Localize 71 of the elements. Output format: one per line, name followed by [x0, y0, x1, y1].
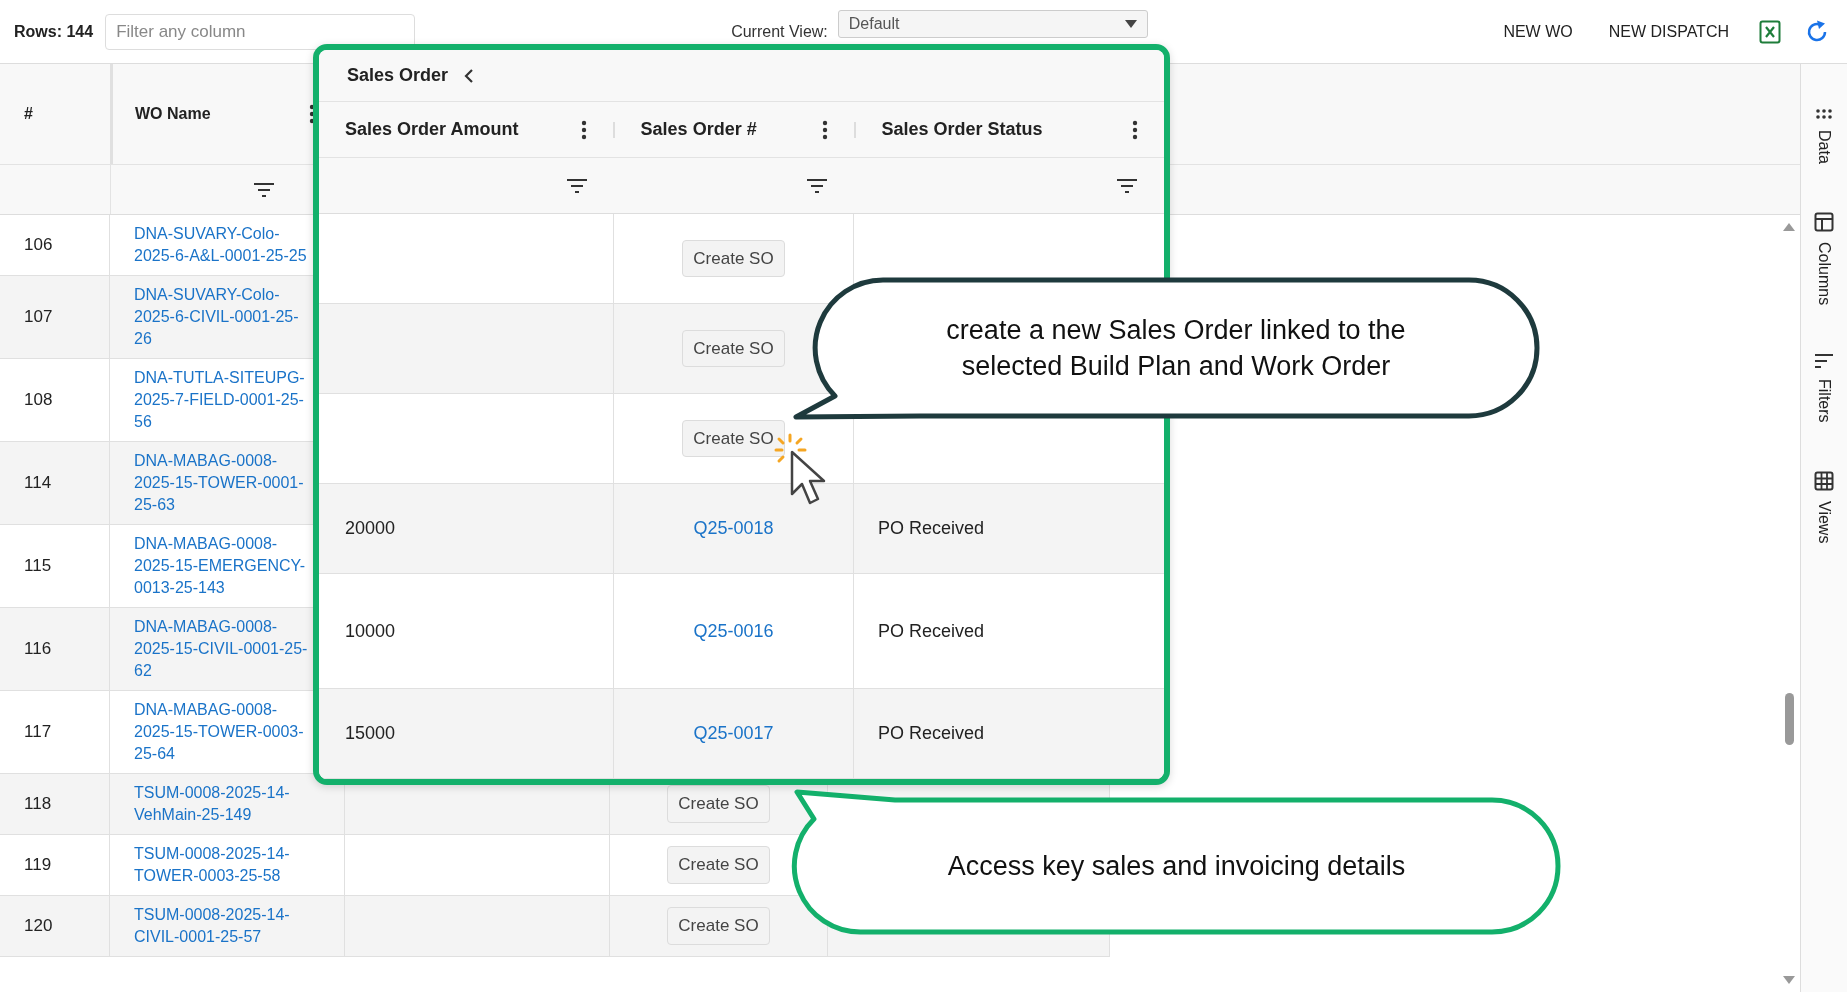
view-dropdown[interactable]: Default	[837, 10, 1148, 38]
scroll-up-icon[interactable]	[1783, 223, 1795, 231]
work-order-link[interactable]: DNA-MABAG-0008-2025-15-TOWER-0001-25-63	[134, 450, 312, 516]
side-tab[interactable]: Filters	[1812, 352, 1836, 423]
create-so-button[interactable]: Create SO	[667, 846, 770, 884]
create-so-button[interactable]: Create SO	[682, 329, 785, 368]
column-header: Sales Order Status	[881, 118, 1043, 141]
kebab-menu-icon[interactable]	[1132, 119, 1138, 140]
status-text: PO Received	[878, 619, 985, 643]
work-order-link[interactable]: TSUM-0008-2025-14-TOWER-0003-25-58	[134, 843, 312, 887]
sales-order-link[interactable]: Q25-0018	[693, 515, 774, 542]
column-header: Sales Order Amount	[345, 118, 519, 141]
amount-text: 10000	[345, 619, 396, 643]
column-header: Sales Order #	[640, 118, 757, 141]
spreadsheet-export-icon[interactable]	[1759, 19, 1781, 44]
work-order-link[interactable]: TSUM-0008-2025-14-CIVIL-0001-25-57	[134, 904, 312, 948]
view-label: Current View:	[731, 21, 828, 42]
toolbar-action[interactable]: NEW DISPATCH	[1602, 15, 1735, 48]
work-order-link[interactable]: DNA-MABAG-0008-2025-15-CIVIL-0001-25-62	[134, 616, 312, 682]
filter-icon	[1814, 352, 1834, 369]
scrollbar-thumb[interactable]	[1784, 693, 1794, 745]
callout-text: create a new Sales Order linked to the selected Build Plan and Work Order	[945, 313, 1407, 383]
toolbar-action[interactable]: NEW WO	[1497, 15, 1579, 48]
column-header: #	[24, 104, 33, 124]
create-so-button[interactable]: Create SO	[667, 785, 770, 823]
filter-icon[interactable]	[806, 177, 828, 194]
kebab-menu-icon[interactable]	[580, 119, 587, 140]
table-icon	[1814, 470, 1834, 491]
work-order-link[interactable]: DNA-MABAG-0008-2025-15-EMERGENCY-0013-25-143	[134, 533, 312, 599]
column-group-title: Sales Order	[347, 64, 449, 87]
side-tab[interactable]: Columns	[1812, 211, 1836, 305]
row-number: 118	[24, 793, 52, 816]
row-number: 119	[24, 854, 52, 877]
work-order-link[interactable]: DNA-SUVARY-Colo-2025-6-CIVIL-0001-25-26	[134, 284, 312, 350]
sales-order-link[interactable]: Q25-0016	[693, 617, 774, 645]
filter-icon[interactable]	[566, 177, 588, 194]
work-order-link[interactable]: TSUM-0008-2025-14-VehMain-25-149	[134, 782, 312, 826]
side-tab[interactable]: Views	[1812, 470, 1836, 543]
filter-icon[interactable]	[1116, 177, 1138, 194]
amount-text: 15000	[345, 722, 396, 745]
row-number: 107	[24, 306, 53, 329]
work-order-link[interactable]: DNA-SUVARY-Colo-2025-6-A&L-0001-25-25	[134, 223, 312, 267]
scroll-down-icon[interactable]	[1783, 976, 1795, 984]
columns-icon	[1814, 211, 1834, 232]
work-order-link[interactable]: DNA-MABAG-0008-2025-15-TOWER-0003-25-64	[134, 699, 312, 765]
row-number: 120	[24, 915, 53, 938]
refresh-icon[interactable]	[1805, 19, 1829, 44]
row-number: 114	[24, 472, 52, 495]
row-number: 116	[24, 638, 52, 661]
side-tab[interactable]: Data	[1812, 108, 1836, 164]
filter-icon[interactable]	[253, 181, 275, 198]
chevron-left-icon[interactable]	[464, 67, 475, 84]
row-number: 115	[24, 555, 52, 578]
create-so-button[interactable]: Create SO	[682, 419, 785, 458]
row-number: 106	[24, 234, 53, 257]
row-number: 117	[24, 721, 52, 744]
filter-field[interactable]: Filter any column	[105, 13, 416, 50]
create-so-button[interactable]: Create SO	[682, 239, 785, 278]
rows-count: Rows: 144	[14, 21, 94, 42]
row-number: 108	[24, 389, 53, 412]
status-text: PO Received	[878, 722, 985, 745]
work-order-link[interactable]: DNA-TUTLA-SITEUPG-2025-7-FIELD-0001-25-56	[134, 367, 312, 433]
column-header: WO Name	[135, 104, 211, 124]
sales-order-link[interactable]: Q25-0017	[693, 720, 774, 747]
kebab-menu-icon[interactable]	[821, 119, 828, 140]
dots-grid-icon	[1815, 108, 1833, 120]
caret-icon	[1124, 20, 1137, 28]
amount-text: 20000	[345, 517, 396, 540]
create-so-button[interactable]: Create SO	[667, 907, 770, 945]
status-text: PO Received	[878, 517, 985, 540]
callout-text: Access key sales and invoicing details	[947, 849, 1406, 883]
